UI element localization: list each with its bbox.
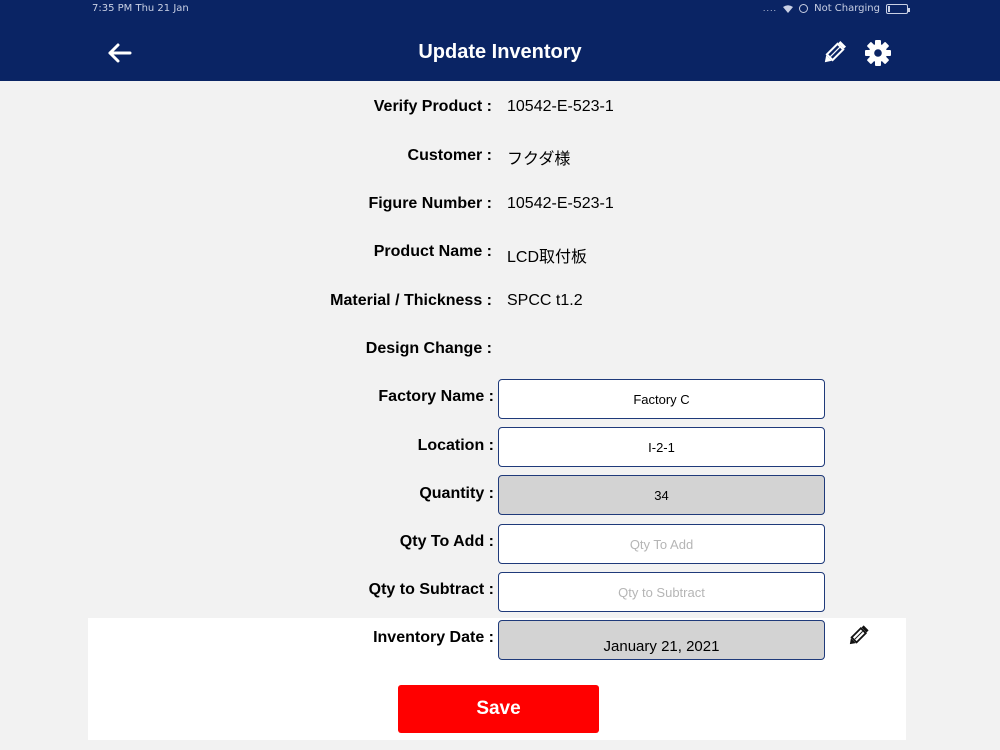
app-header: 7:35 PM Thu 21 Jan .... Not Charging Upd…: [0, 0, 1000, 81]
charging-status: Not Charging: [814, 3, 880, 14]
qty-to-add-input[interactable]: [499, 525, 824, 563]
settings-button[interactable]: [864, 39, 892, 67]
material-thickness-label: Material / Thickness :: [330, 292, 492, 309]
save-button[interactable]: Save: [398, 685, 599, 733]
pencil-icon: [849, 625, 869, 645]
edit-date-button[interactable]: [846, 624, 870, 648]
battery-level: [888, 5, 890, 12]
customer-value: フクダ様: [507, 151, 571, 168]
inventory-date-value: January 21, 2021: [603, 637, 720, 655]
signal-icon: ....: [762, 4, 778, 13]
factory-name-input[interactable]: [499, 380, 824, 418]
orientation-lock-icon: [799, 4, 809, 13]
factory-name-field[interactable]: [498, 379, 825, 419]
gear-icon: [865, 40, 891, 66]
figure-number-value: 10542-E-523-1: [507, 195, 614, 212]
material-thickness-value: SPCC t1.2: [507, 292, 583, 309]
status-time: 7:35 PM Thu 21 Jan: [92, 3, 189, 14]
location-label: Location :: [417, 437, 494, 454]
design-change-label: Design Change :: [365, 340, 492, 357]
location-input[interactable]: [499, 428, 824, 466]
customer-label: Customer :: [407, 147, 492, 164]
battery-icon: [886, 3, 910, 14]
qty-to-subtract-input[interactable]: [499, 573, 824, 611]
quantity-field: 34: [498, 475, 825, 515]
edit-button[interactable]: [821, 39, 847, 67]
inventory-date-field[interactable]: January 21, 2021: [498, 620, 825, 660]
page-title: Update Inventory: [418, 41, 582, 63]
factory-name-label: Factory Name :: [378, 388, 494, 405]
qty-to-add-label: Qty To Add :: [399, 533, 494, 550]
qty-to-subtract-field[interactable]: [498, 572, 825, 612]
verify-product-value: 10542-E-523-1: [507, 98, 614, 115]
quantity-label: Quantity :: [419, 485, 494, 502]
product-name-value: LCD取付板: [507, 249, 588, 266]
qty-to-subtract-label: Qty to Subtract :: [368, 581, 494, 598]
figure-number-label: Figure Number :: [368, 195, 492, 212]
qty-to-add-field[interactable]: [498, 524, 825, 564]
product-name-label: Product Name :: [373, 243, 492, 260]
status-indicators: .... Not Charging: [762, 3, 910, 14]
status-bar: 7:35 PM Thu 21 Jan .... Not Charging: [0, 0, 1000, 18]
verify-product-label: Verify Product :: [373, 98, 492, 115]
pencil-icon: [824, 40, 847, 63]
location-field[interactable]: [498, 427, 825, 467]
wifi-icon: [783, 4, 794, 13]
quantity-value: 34: [654, 487, 669, 503]
inventory-date-label: Inventory Date :: [373, 629, 494, 646]
